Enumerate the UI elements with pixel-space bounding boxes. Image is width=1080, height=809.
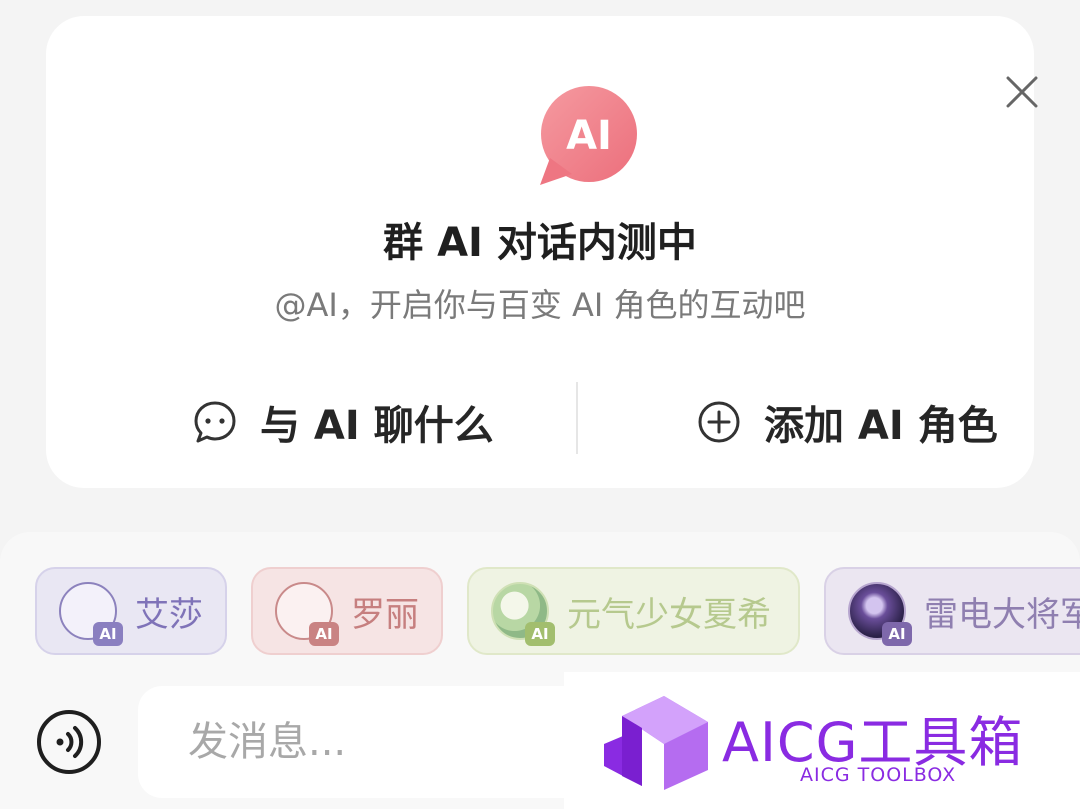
character-name: 雷电大将军 bbox=[924, 594, 1080, 635]
card-subtitle: @AI，开启你与百变 AI 角色的互动吧 bbox=[274, 286, 806, 324]
ai-badge: AI bbox=[93, 622, 123, 646]
close-icon[interactable] bbox=[1005, 75, 1039, 109]
character-chip-luoli[interactable]: AI 罗丽 bbox=[251, 567, 443, 655]
character-name: 艾莎 bbox=[135, 594, 203, 635]
ai-badge: AI bbox=[309, 622, 339, 646]
watermark-subtitle: AICG TOOLBOX bbox=[800, 764, 957, 786]
action-divider bbox=[576, 382, 578, 454]
close-button[interactable] bbox=[996, 66, 1048, 118]
character-name: 元气少女夏希 bbox=[567, 594, 771, 635]
character-chip-aisha[interactable]: AI 艾莎 bbox=[35, 567, 227, 655]
ai-logo-icon: AI bbox=[540, 86, 637, 185]
ask-ai-label: 与 AI 聊什么 bbox=[260, 403, 494, 449]
watermark: AICG工具箱 AICG TOOLBOX bbox=[564, 672, 1080, 809]
character-chip-raiden[interactable]: AI 雷电大将军 bbox=[824, 567, 1080, 655]
voice-icon bbox=[37, 710, 101, 774]
chat-bubble-icon bbox=[194, 401, 236, 443]
logo-text: AI bbox=[566, 113, 612, 159]
character-name: 罗丽 bbox=[351, 594, 419, 635]
ai-badge: AI bbox=[525, 622, 555, 646]
ai-intro-card: AI 群 AI 对话内测中 @AI，开启你与百变 AI 角色的互动吧 与 AI … bbox=[46, 16, 1038, 488]
ask-ai-button[interactable]: 与 AI 聊什么 bbox=[192, 386, 494, 458]
voice-input-button[interactable] bbox=[36, 709, 102, 775]
add-ai-character-button[interactable]: 添加 AI 角色 bbox=[696, 386, 998, 458]
character-chip-xiaxi[interactable]: AI 元气少女夏希 bbox=[467, 567, 800, 655]
ai-badge: AI bbox=[882, 622, 912, 646]
card-title: 群 AI 对话内测中 bbox=[383, 220, 697, 266]
add-ai-character-label: 添加 AI 角色 bbox=[764, 403, 998, 449]
plus-circle-icon bbox=[698, 401, 740, 443]
toolbox-logo-icon bbox=[604, 696, 708, 790]
